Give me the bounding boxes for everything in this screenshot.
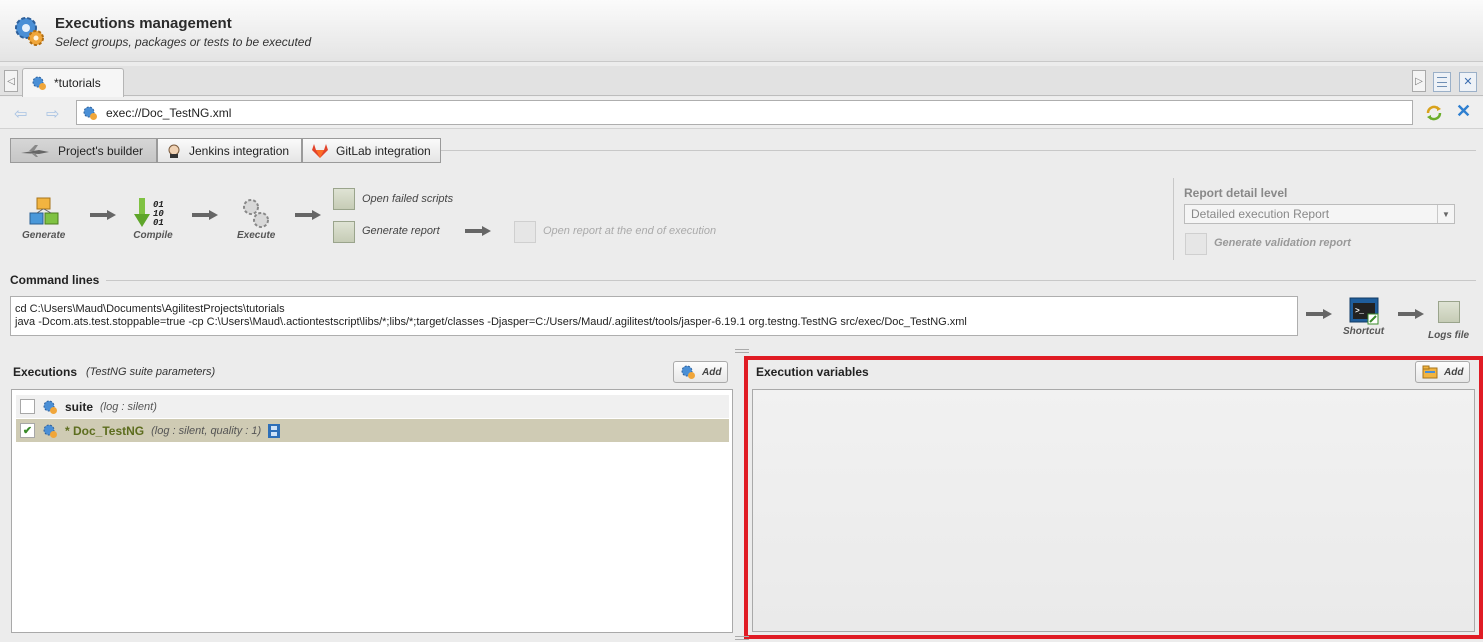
terminal-icon: >_ xyxy=(1349,297,1379,325)
tab-jenkins-integration[interactable]: Jenkins integration xyxy=(157,138,302,163)
report-detail-select[interactable]: Detailed execution Report ▼ xyxy=(1184,204,1455,224)
address-value: exec://Doc_TestNG.xml xyxy=(106,105,232,120)
logs-file-label: Logs file xyxy=(1428,330,1470,341)
refresh-icon[interactable] xyxy=(1425,104,1443,122)
gear-icon xyxy=(43,424,57,438)
add-label: Add xyxy=(1444,366,1464,378)
gears-icon xyxy=(15,17,44,46)
tab-gitlab-integration[interactable]: GitLab integration xyxy=(302,138,441,163)
forward-arrow-icon[interactable]: ⇨ xyxy=(46,104,59,124)
arrow-right-icon xyxy=(1306,309,1332,319)
divider xyxy=(441,150,1476,151)
open-failed-scripts-label: Open failed scripts xyxy=(362,193,454,205)
list-item[interactable]: ✔ * Doc_TestNG (log : silent, quality : … xyxy=(16,419,729,442)
executions-title: Executions xyxy=(13,365,78,379)
row-checkbox[interactable] xyxy=(20,399,35,414)
gear-icon xyxy=(83,106,97,120)
select-value: Detailed execution Report xyxy=(1191,207,1330,221)
tab-projects-builder[interactable]: Project's builder xyxy=(10,138,157,163)
svg-text:>_: >_ xyxy=(1355,307,1365,316)
arrow-right-icon xyxy=(192,210,218,220)
page-subtitle: Select groups, packages or tests to be e… xyxy=(55,35,312,49)
add-execution-button[interactable]: Add xyxy=(673,361,729,383)
validation-report-checkbox[interactable] xyxy=(1185,233,1207,255)
generate-icon xyxy=(29,197,59,225)
divider xyxy=(106,280,1476,281)
compile-step[interactable]: 01 10 01 Compile xyxy=(133,196,173,241)
arrow-right-icon xyxy=(465,226,491,236)
tab-list-icon[interactable] xyxy=(1433,72,1451,92)
execution-variables-title: Execution variables xyxy=(756,365,869,379)
gears-icon xyxy=(243,199,270,228)
step-label: Compile xyxy=(133,230,173,241)
arrow-right-icon xyxy=(295,210,321,220)
page-title: Executions management xyxy=(55,15,232,32)
film-icon[interactable] xyxy=(268,423,281,438)
report-detail-title: Report detail level xyxy=(1184,186,1288,200)
close-tabs-icon[interactable]: ✕ xyxy=(1459,72,1477,92)
tab-scroll-left-icon[interactable]: ◁ xyxy=(4,70,18,92)
shortcut-label: Shortcut xyxy=(1343,326,1385,337)
row-meta: (log : silent, quality : 1) xyxy=(151,424,262,437)
svg-text:01: 01 xyxy=(153,218,164,228)
open-report-end-checkbox[interactable] xyxy=(514,221,536,243)
validation-report-label: Generate validation report xyxy=(1214,237,1351,249)
executions-subtitle: (TestNG suite parameters) xyxy=(86,366,216,378)
generate-report-checkbox[interactable] xyxy=(333,221,355,243)
tab-scroll-right-icon[interactable]: ▷ xyxy=(1412,70,1426,92)
chevron-down-icon: ▼ xyxy=(1437,205,1454,223)
command-lines-title: Command lines xyxy=(10,273,100,287)
logs-file-step: Logs file xyxy=(1428,301,1469,341)
shortcut-button[interactable]: >_ Shortcut xyxy=(1343,296,1384,337)
tab-label: Jenkins integration xyxy=(189,143,290,158)
generate-step[interactable]: Generate xyxy=(22,196,65,241)
generate-report-label: Generate report xyxy=(362,225,440,237)
splitter-handle[interactable] xyxy=(735,636,749,640)
executions-list: suite (log : silent) ✔ * Doc_TestNG (log… xyxy=(11,389,733,633)
logs-file-checkbox[interactable] xyxy=(1437,301,1460,323)
row-meta: (log : silent) xyxy=(100,400,157,413)
arrow-right-icon xyxy=(1398,309,1424,319)
tab-tutorials[interactable]: *tutorials xyxy=(22,68,124,97)
close-icon[interactable]: ✕ xyxy=(1456,101,1471,122)
row-name: suite xyxy=(65,399,94,414)
gear-icon xyxy=(681,365,695,379)
add-variable-button[interactable]: Add xyxy=(1415,361,1471,383)
row-checkbox-checked[interactable]: ✔ xyxy=(20,423,35,438)
divider xyxy=(1173,178,1174,260)
compile-icon: 01 10 01 xyxy=(134,198,164,228)
gitlab-icon xyxy=(312,143,328,158)
command-lines-box[interactable]: cd C:\Users\Maud\Documents\AgilitestProj… xyxy=(10,296,1298,336)
open-failed-scripts-checkbox[interactable] xyxy=(333,188,355,210)
folder-icon xyxy=(1422,365,1438,379)
execution-variables-list xyxy=(752,389,1475,632)
airplane-icon xyxy=(21,144,49,157)
tab-label: GitLab integration xyxy=(336,143,431,158)
command-line-1: cd C:\Users\Maud\Documents\AgilitestProj… xyxy=(15,303,285,315)
execute-step[interactable]: Execute xyxy=(237,196,275,241)
row-name: * Doc_TestNG xyxy=(65,423,145,438)
tab-label: Project's builder xyxy=(58,143,143,158)
splitter-handle[interactable] xyxy=(735,349,749,353)
step-label: Generate xyxy=(22,230,66,241)
gear-icon xyxy=(32,76,46,90)
tab-strip xyxy=(0,66,1483,96)
step-label: Execute xyxy=(237,230,276,241)
list-item[interactable]: suite (log : silent) xyxy=(16,395,729,418)
arrow-right-icon xyxy=(90,210,116,220)
back-arrow-icon[interactable]: ⇦ xyxy=(14,104,27,124)
add-label: Add xyxy=(702,366,722,378)
address-input[interactable]: exec://Doc_TestNG.xml xyxy=(76,100,1413,125)
command-line-2: java -Dcom.ats.test.stoppable=true -cp C… xyxy=(15,316,967,328)
tab-label: *tutorials xyxy=(54,76,101,90)
jenkins-icon xyxy=(168,144,180,158)
open-report-end-label: Open report at the end of execution xyxy=(543,225,717,237)
gear-icon xyxy=(43,400,57,414)
